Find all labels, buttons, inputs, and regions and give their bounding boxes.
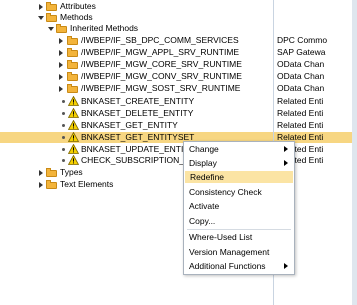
submenu-arrow-icon [284, 146, 288, 152]
expand-arrow-icon[interactable] [59, 86, 63, 92]
expand-arrow-icon[interactable] [39, 182, 43, 188]
folder-icon [67, 60, 78, 69]
tree-node-label: BNKASET_CREATE_ENTITY [81, 96, 195, 106]
tree-node-interface[interactable]: /IWBEP/IF_MGW_CONV_SRV_RUNTIME [0, 71, 273, 82]
bullet-icon [62, 100, 65, 103]
menu-item-label: Consistency Check [189, 187, 262, 197]
tree-node-label: Inherited Methods [70, 23, 139, 33]
description-cell: OData Chan [277, 59, 325, 69]
menu-item-label: Additional Functions [189, 261, 266, 271]
tree-node-method[interactable]: BNKASET_CREATE_ENTITY [0, 96, 273, 107]
warning-icon [68, 132, 79, 142]
description-cell: Related Enti [277, 96, 324, 106]
menu-item-version-management[interactable]: Version Management [184, 246, 294, 258]
menu-item-label: Redefine [190, 172, 225, 182]
tree-node-label: /IWBEP/IF_MGW_CONV_SRV_RUNTIME [81, 71, 242, 81]
tree-node-label: BNKASET_GET_ENTITY [81, 120, 178, 130]
tree-node-interface[interactable]: /IWBEP/IF_MGW_SOST_SRV_RUNTIME [0, 83, 273, 94]
tree-node-label: BNKASET_DELETE_ENTITY [81, 108, 194, 118]
menu-separator [187, 229, 291, 230]
menu-item-display[interactable]: Display [184, 157, 294, 169]
description-cell: OData Chan [277, 83, 325, 93]
menu-item-label: Change [189, 144, 219, 154]
folder-icon [67, 84, 78, 93]
description-cell: SAP Gatewa [277, 47, 326, 57]
folder-icon [67, 36, 78, 45]
folder-icon [67, 48, 78, 57]
tree-node-methods[interactable]: Methods [0, 12, 273, 23]
tree-node-inherited-methods[interactable]: Inherited Methods [0, 23, 273, 34]
menu-item-label: Copy... [189, 216, 216, 226]
expand-arrow-icon[interactable] [39, 170, 43, 176]
tree-node-method[interactable]: BNKASET_GET_ENTITY [0, 120, 273, 131]
submenu-arrow-icon [284, 263, 288, 269]
expand-arrow-icon[interactable] [39, 4, 43, 10]
menu-item-label: Display [189, 158, 217, 168]
collapse-arrow-icon[interactable] [48, 27, 54, 31]
context-menu: Change Display Redefine Consistency Chec… [183, 141, 295, 275]
tree-node-label: Attributes [60, 1, 96, 11]
warning-icon [68, 155, 79, 165]
tree-node-label: /IWBEP/IF_SB_DPC_COMM_SERVICES [81, 35, 239, 45]
tree-node-interface[interactable]: /IWBEP/IF_MGW_CORE_SRV_RUNTIME [0, 59, 273, 70]
folder-icon [46, 168, 57, 177]
folder-icon [46, 180, 57, 189]
description-cell: OData Chan [277, 71, 325, 81]
bullet-icon [62, 136, 65, 139]
warning-icon [68, 120, 79, 130]
folder-icon [46, 13, 57, 22]
expand-arrow-icon[interactable] [59, 62, 63, 68]
tree-node-label: BNKASET_GET_ENTITYSET [81, 132, 195, 142]
folder-icon [67, 72, 78, 81]
tree-node-method[interactable]: BNKASET_DELETE_ENTITY [0, 108, 273, 119]
bullet-icon [62, 124, 65, 127]
warning-icon [68, 108, 79, 118]
menu-item-activate[interactable]: Activate [184, 200, 294, 212]
menu-item-additional-functions[interactable]: Additional Functions [184, 260, 294, 272]
tree-node-label: /IWBEP/IF_MGW_SOST_SRV_RUNTIME [81, 83, 241, 93]
expand-arrow-icon[interactable] [59, 50, 63, 56]
collapse-arrow-icon[interactable] [38, 16, 44, 20]
menu-item-consistency-check[interactable]: Consistency Check [184, 186, 294, 198]
bullet-icon [62, 148, 65, 151]
expand-arrow-icon[interactable] [59, 38, 63, 44]
menu-item-copy[interactable]: Copy... [184, 215, 294, 227]
tree-node-label: /IWBEP/IF_MGW_CORE_SRV_RUNTIME [81, 59, 242, 69]
scrollbar[interactable] [352, 0, 357, 305]
submenu-arrow-icon [284, 160, 288, 166]
tree-node-label: Types [60, 167, 83, 177]
tree-node-label: BNKASET_UPDATE_ENTITY [81, 144, 195, 154]
menu-item-label: Version Management [189, 247, 270, 257]
bullet-icon [62, 112, 65, 115]
menu-item-label: Where-Used List [189, 232, 253, 242]
warning-icon [68, 144, 79, 154]
expand-arrow-icon[interactable] [59, 74, 63, 80]
tree-node-interface[interactable]: /IWBEP/IF_MGW_APPL_SRV_RUNTIME [0, 47, 273, 58]
description-cell: Related Enti [277, 108, 324, 118]
folder-icon [56, 24, 67, 33]
tree-node-label: /IWBEP/IF_MGW_APPL_SRV_RUNTIME [81, 47, 240, 57]
menu-item-where-used-list[interactable]: Where-Used List [184, 231, 294, 243]
folder-icon [46, 2, 57, 11]
tree-node-label: Text Elements [60, 179, 114, 189]
tree-node-label: Methods [60, 12, 93, 22]
bullet-icon [62, 159, 65, 162]
menu-item-label: Activate [189, 201, 220, 211]
menu-item-redefine[interactable]: Redefine [185, 171, 293, 183]
description-cell: Related Enti [277, 120, 324, 130]
menu-item-change[interactable]: Change [184, 143, 294, 155]
description-cell: DPC Commo [277, 35, 328, 45]
warning-icon [68, 96, 79, 106]
tree-node-interface[interactable]: /IWBEP/IF_SB_DPC_COMM_SERVICES [0, 35, 273, 46]
tree-node-attributes[interactable]: Attributes [0, 1, 273, 12]
